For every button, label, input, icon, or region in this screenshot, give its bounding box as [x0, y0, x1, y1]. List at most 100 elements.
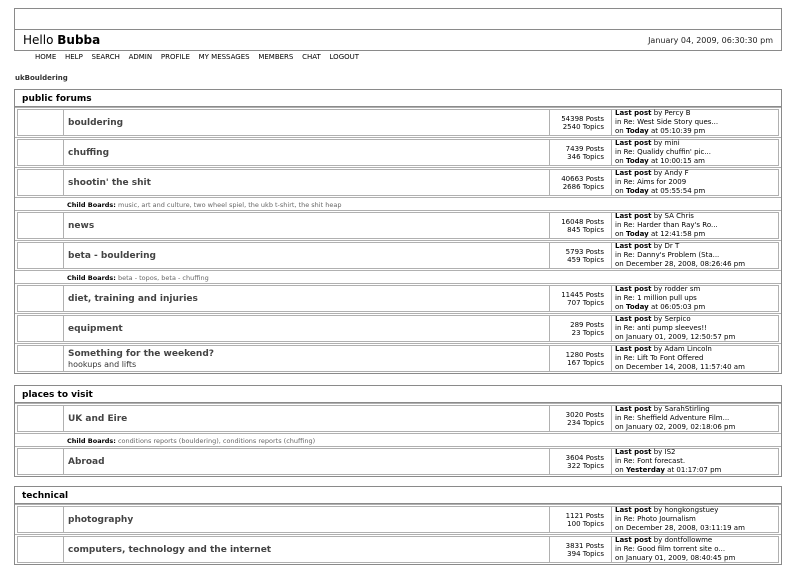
- last-post-author[interactable]: hongkongstuey: [665, 506, 719, 514]
- by-label: by: [653, 405, 663, 413]
- last-post-topic[interactable]: Aims for 2009: [637, 178, 686, 186]
- category-title[interactable]: public forums: [15, 90, 781, 107]
- child-boards: Child Boards: conditions reports (boulde…: [15, 433, 781, 446]
- last-post-date: January 01, 2009, 08:40:45 pm: [625, 554, 736, 562]
- last-post-clock: at 05:55:54 pm: [650, 187, 706, 195]
- in-label: in Re:: [615, 294, 635, 302]
- last-post-topic[interactable]: Lift To Font Offered: [637, 354, 703, 362]
- current-datetime: January 04, 2009, 06:30:30 pm: [648, 36, 773, 45]
- last-post-time: on Today at 05:10:39 pm: [615, 127, 778, 136]
- board-name-link[interactable]: computers, technology and the internet: [68, 545, 549, 555]
- last-post-topic[interactable]: West Side Story ques...: [637, 118, 718, 126]
- board-stats: 5793 Posts 459 Topics: [549, 242, 611, 269]
- nav-chat[interactable]: CHAT: [302, 53, 321, 61]
- last-post-author[interactable]: mini: [665, 139, 680, 147]
- last-post-author[interactable]: Dr T: [665, 242, 680, 250]
- last-post-topic[interactable]: anti pump sleeves!!: [637, 324, 707, 332]
- last-post-date: Today: [625, 230, 649, 238]
- nav-search[interactable]: SEARCH: [92, 53, 120, 61]
- last-post-clock: at 01:17:07 pm: [667, 466, 722, 474]
- topic-count: 346 Topics: [567, 152, 604, 161]
- last-post-by: Last post by SarahStirling: [615, 405, 778, 414]
- board-name-cell: beta - bouldering: [63, 242, 549, 269]
- category-title[interactable]: technical: [15, 487, 781, 504]
- breadcrumb[interactable]: ukBouldering: [15, 74, 68, 82]
- last-post-author[interactable]: IS2: [665, 448, 676, 456]
- last-post-author[interactable]: SA Chris: [665, 212, 694, 220]
- last-post-topic[interactable]: Font forecast.: [637, 457, 685, 465]
- last-post-date: December 28, 2008, 03:11:19 am: [625, 524, 745, 532]
- board-name-link[interactable]: beta - bouldering: [68, 251, 549, 261]
- nav-my-messages[interactable]: MY MESSAGES: [199, 53, 250, 61]
- board-row: diet, training and injuries 11445 Posts 70…: [15, 283, 781, 313]
- child-boards-label: Child Boards:: [67, 274, 116, 282]
- last-post-topic[interactable]: 1 million pull ups: [637, 294, 697, 302]
- board-row: equipment 289 Posts 23 Topics Last post by …: [15, 313, 781, 343]
- nav-help[interactable]: HELP: [65, 53, 83, 61]
- category-title[interactable]: places to visit: [15, 386, 781, 403]
- board-row: UK and Eire 3020 Posts 234 Topics Last post…: [15, 403, 781, 433]
- in-label: in Re:: [615, 118, 635, 126]
- in-label: in Re:: [615, 221, 635, 229]
- nav-admin[interactable]: ADMIN: [129, 53, 153, 61]
- child-boards-links[interactable]: beta - topos, beta - chuffing: [118, 274, 209, 282]
- board-name-link[interactable]: chuffing: [68, 148, 549, 158]
- last-post-author[interactable]: rodder sm: [665, 285, 701, 293]
- board-status-icon: [17, 242, 63, 269]
- board-name-link[interactable]: shootin' the shit: [68, 178, 549, 188]
- nav-home[interactable]: HOME: [35, 53, 56, 61]
- last-post-topic[interactable]: Harder than Ray's Ro...: [637, 221, 718, 229]
- last-post-topic-line: in Re: Lift To Font Offered: [615, 354, 778, 363]
- last-post-author[interactable]: Serpico: [665, 315, 691, 323]
- board-name-cell: chuffing: [63, 139, 549, 166]
- board-name-link[interactable]: bouldering: [68, 118, 549, 128]
- nav-logout[interactable]: LOGOUT: [330, 53, 360, 61]
- last-post-time: on December 14, 2008, 11:57:40 am: [615, 363, 778, 372]
- in-label: in Re:: [615, 148, 635, 156]
- last-post-date: Today: [625, 127, 649, 135]
- board-name-link[interactable]: Something for the weekend?: [68, 349, 549, 359]
- last-post-info: Last post by Andy Fin Re: Aims for 2009 o…: [611, 169, 779, 196]
- child-boards-links[interactable]: conditions reports (bouldering), conditi…: [118, 437, 315, 445]
- by-label: by: [653, 448, 663, 456]
- board-name-link[interactable]: photography: [68, 515, 549, 525]
- by-label: by: [653, 536, 663, 544]
- last-post-label: Last post: [615, 139, 652, 147]
- board-cells: beta - bouldering 5793 Posts 459 Topics Las…: [17, 242, 779, 269]
- main-nav: HOME HELP SEARCH ADMIN PROFILE MY MESSAG…: [35, 53, 366, 61]
- last-post-date: December 28, 2008, 08:26:46 pm: [625, 260, 746, 268]
- in-label: in Re:: [615, 545, 635, 553]
- board-status-icon: [17, 285, 63, 312]
- last-post-time: on Today at 06:05:03 pm: [615, 303, 778, 312]
- board-stats: 3831 Posts 394 Topics: [549, 536, 611, 563]
- board-name-link[interactable]: Abroad: [68, 457, 549, 467]
- last-post-by: Last post by rodder sm: [615, 285, 778, 294]
- post-count: 3831 Posts: [565, 541, 604, 550]
- last-post-topic[interactable]: Qualidy chuffin' pic...: [637, 148, 711, 156]
- board-name-link[interactable]: UK and Eire: [68, 414, 549, 424]
- board-name-cell: photography: [63, 506, 549, 533]
- last-post-label: Last post: [615, 169, 652, 177]
- last-post-author[interactable]: dontfollowme: [665, 536, 713, 544]
- nav-members[interactable]: MEMBERS: [258, 53, 293, 61]
- on-label: on: [615, 554, 624, 562]
- last-post-topic[interactable]: Photo Journalism: [637, 515, 696, 523]
- last-post-author[interactable]: SarahStirling: [665, 405, 710, 413]
- last-post-topic[interactable]: Good film torrent site o...: [637, 545, 725, 553]
- last-post-author[interactable]: Adam Lincoln: [665, 345, 712, 353]
- board-name-cell: diet, training and injuries: [63, 285, 549, 312]
- last-post-topic[interactable]: Danny's Problem (Sta...: [637, 251, 719, 259]
- username: Bubba: [57, 33, 101, 47]
- board-name-link[interactable]: equipment: [68, 324, 549, 334]
- post-count: 289 Posts: [570, 320, 604, 329]
- nav-profile[interactable]: PROFILE: [161, 53, 190, 61]
- last-post-label: Last post: [615, 405, 652, 413]
- board-name-link[interactable]: diet, training and injuries: [68, 294, 549, 304]
- board-name-link[interactable]: news: [68, 221, 549, 231]
- last-post-author[interactable]: Percy B: [665, 109, 691, 117]
- board-name-cell: bouldering: [63, 109, 549, 136]
- last-post-topic[interactable]: Sheffield Adventure Film...: [637, 414, 729, 422]
- child-boards-links[interactable]: music, art and culture, two wheel spiel,…: [118, 201, 341, 209]
- last-post-author[interactable]: Andy F: [665, 169, 689, 177]
- by-label: by: [653, 345, 663, 353]
